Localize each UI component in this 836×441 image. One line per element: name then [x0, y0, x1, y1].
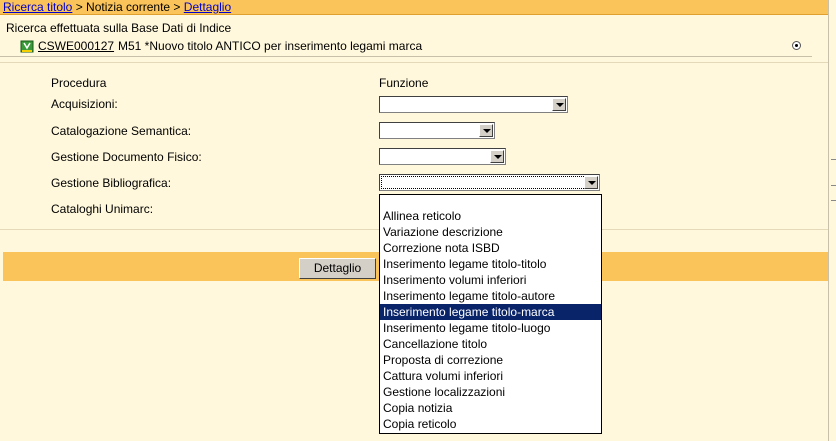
scroll-tick	[831, 185, 836, 186]
breadcrumb-link-ricerca-titolo[interactable]: Ricerca titolo	[3, 0, 72, 14]
breadcrumb-separator: >	[72, 0, 87, 14]
chevron-down-icon[interactable]	[552, 98, 566, 111]
scroll-tick	[831, 200, 836, 201]
scrollbar-edge[interactable]	[828, 0, 836, 441]
dropdown-option[interactable]: Copia reticolo	[380, 416, 601, 432]
book-icon[interactable]	[20, 39, 34, 53]
dropdown-option[interactable]: Inserimento legame titolo-marca	[380, 304, 601, 320]
record-id-link[interactable]: CSWE000127	[38, 39, 114, 53]
dettaglio-button[interactable]: Dettaglio	[299, 258, 376, 279]
dropdown-option[interactable]: Inserimento legame titolo-titolo	[380, 256, 601, 272]
dropdown-option[interactable]: Proposta di correzione	[380, 352, 601, 368]
record-radio[interactable]	[792, 41, 801, 50]
header-funzione: Funzione	[379, 76, 429, 90]
dropdown-option[interactable]: Inserimento volumi inferiori	[380, 272, 601, 288]
dropdown-option[interactable]: Cattura volumi inferiori	[380, 368, 601, 384]
dropdown-option[interactable]: Correzione nota ISBD	[380, 240, 601, 256]
chevron-down-icon[interactable]	[479, 124, 493, 137]
label-cataloghi-unimarc: Cataloghi Unimarc:	[51, 202, 154, 216]
dropdown-option[interactable]: Copia notizia	[380, 400, 601, 416]
select-acquisizioni[interactable]	[379, 96, 568, 113]
dropdown-option[interactable]: Cancellazione titolo	[380, 336, 601, 352]
dropdown-option[interactable]: Inserimento legame titolo-luogo	[380, 320, 601, 336]
select-gestione-documento-fisico[interactable]	[379, 148, 506, 165]
header-procedura: Procedura	[51, 76, 107, 90]
scroll-tick	[831, 159, 836, 160]
record-description: M51 *Nuovo titolo ANTICO per inserimento…	[118, 39, 423, 53]
dropdown-option[interactable]: Gestione localizzazioni	[380, 384, 601, 400]
label-acquisizioni: Acquisizioni:	[51, 97, 118, 111]
chevron-down-icon[interactable]	[490, 150, 504, 163]
select-gestione-bibliografica[interactable]	[379, 174, 600, 191]
breadcrumb-link-dettaglio[interactable]: Dettaglio	[184, 0, 231, 14]
breadcrumb-separator: >	[170, 0, 184, 14]
label-gestione-documento-fisico: Gestione Documento Fisico:	[51, 150, 202, 164]
breadcrumb: Ricerca titolo > Notizia corrente > Dett…	[0, 0, 828, 15]
dropdown-option[interactable]: Inserimento legame titolo-autore	[380, 288, 601, 304]
breadcrumb-current: Notizia corrente	[86, 0, 171, 14]
label-catalogazione-semantica: Catalogazione Semantica:	[51, 124, 192, 138]
dropdown-list[interactable]: Allinea reticolo Variazione descrizione Co…	[379, 194, 602, 434]
search-info-text: Ricerca effettuata sulla Base Dati di In…	[6, 21, 232, 35]
label-gestione-bibliografica: Gestione Bibliografica:	[51, 176, 172, 190]
dropdown-option[interactable]: Variazione descrizione	[380, 224, 601, 240]
dropdown-option[interactable]: Allinea reticolo	[380, 208, 601, 224]
divider	[0, 62, 828, 63]
select-catalogazione-semantica[interactable]	[379, 122, 495, 139]
record-row: CSWE000127 M51 *Nuovo titolo ANTICO per …	[0, 36, 812, 57]
chevron-down-icon[interactable]	[584, 176, 598, 189]
